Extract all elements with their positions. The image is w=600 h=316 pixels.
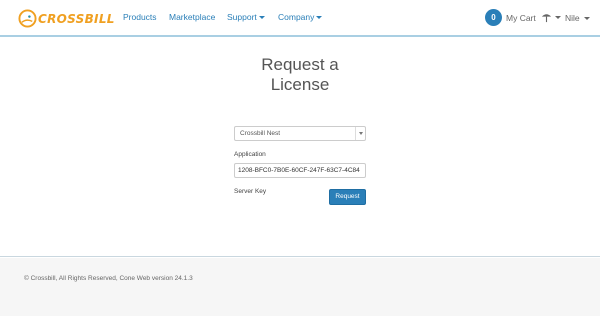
cart-count-badge[interactable]: 0 [485,9,502,26]
server-key-input[interactable]: 1208-BFC0-7B0E-60CF-247F-63C7-4C84 [234,163,366,178]
chevron-down-icon [316,16,323,20]
page-title-line2: License [270,75,330,94]
user-name: Nile [565,13,580,23]
nav-company-label: Company [278,12,315,22]
footer: © Crossbill, All Rights Reserved, Cone W… [0,258,600,316]
nav-products[interactable]: Products [123,12,157,22]
user-menu[interactable]: Nile [565,13,590,23]
application-selected-value: Crossbill Nest [240,130,281,137]
request-button[interactable]: Request [329,189,366,205]
nav-support-label: Support [227,12,257,22]
page-title-line1: Request a [261,55,339,74]
chevron-down-icon[interactable] [555,16,561,19]
top-navbar: CROSSBILL Products Marketplace Support C… [0,0,600,37]
logo-text: CROSSBILL [38,11,115,26]
nav-support[interactable]: Support [227,12,265,22]
application-label: Application [234,151,266,158]
bird-icon [18,9,37,28]
crossbill-logo[interactable]: CROSSBILL [18,9,115,28]
network-icon[interactable] [541,12,552,23]
application-select[interactable]: Crossbill Nest [234,126,366,141]
chevron-down-icon [258,16,265,20]
chevron-down-icon [583,17,590,21]
nav-company[interactable]: Company [278,12,323,22]
nav-marketplace[interactable]: Marketplace [169,12,215,22]
page-title: Request a License [0,55,600,95]
my-cart-link[interactable]: My Cart [506,13,536,23]
footer-copyright: © Crossbill, All Rights Reserved, Cone W… [24,275,193,282]
select-arrow-icon [355,127,365,140]
server-key-label: Server Key [234,188,267,195]
